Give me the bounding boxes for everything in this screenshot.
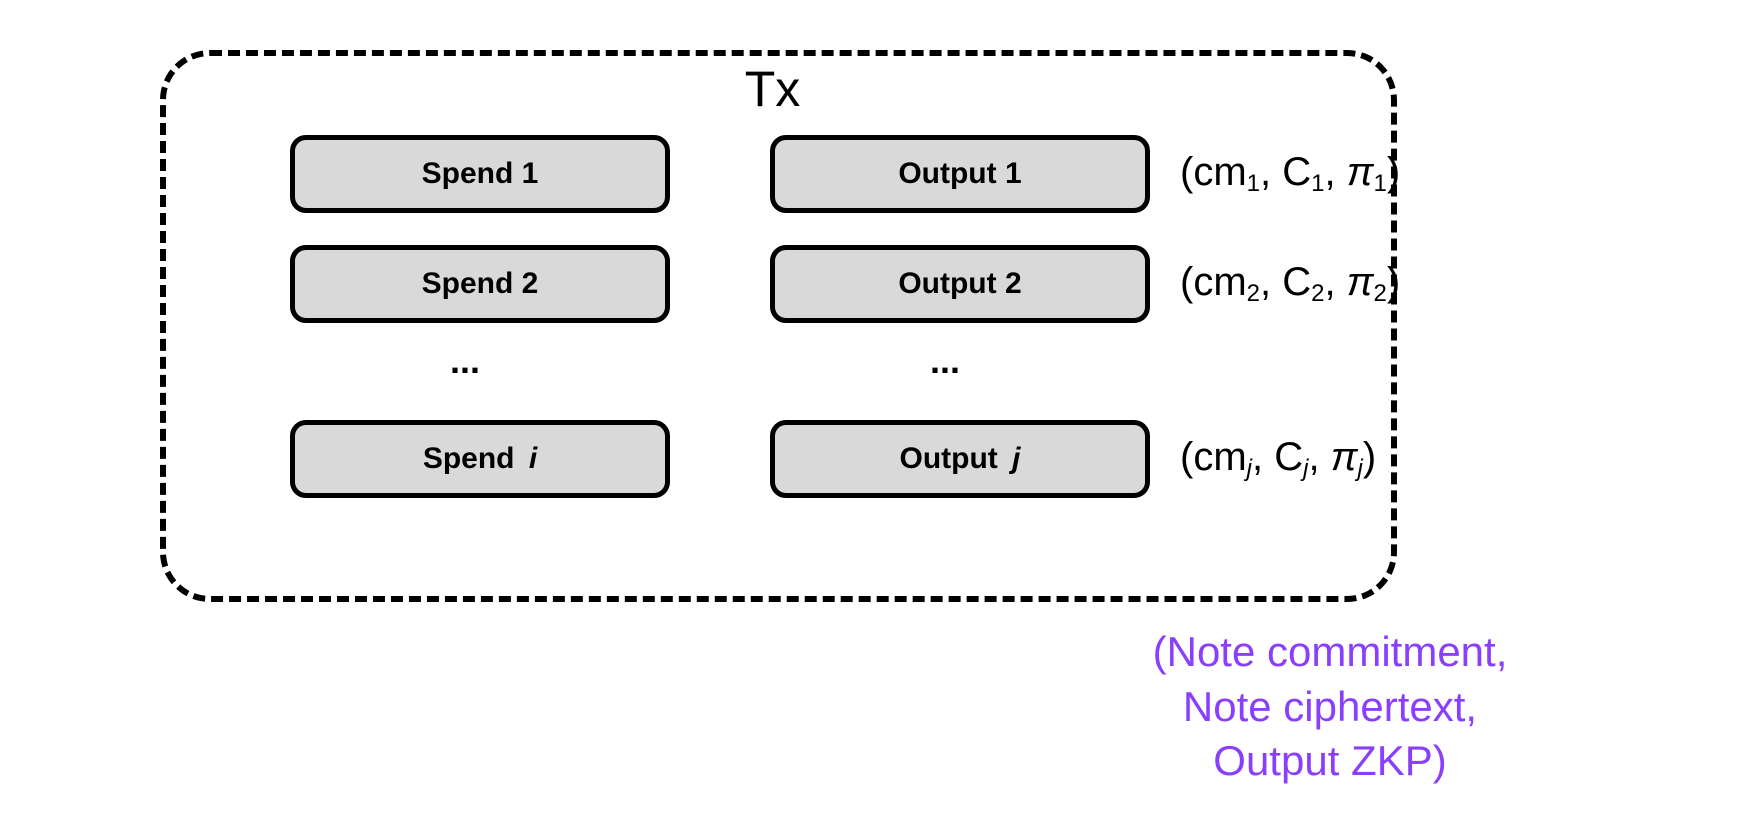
spend-index: i (529, 442, 537, 476)
legend-line-1: (Note commitment, (990, 625, 1670, 680)
output-annotation-1: (cm1, C1, π1) (1180, 150, 1400, 198)
output-index: 2 (1005, 267, 1022, 301)
spend-label: Spend (422, 157, 514, 191)
legend-line-3: Output ZKP) (990, 734, 1670, 789)
spend-ellipsis: ... (450, 340, 480, 382)
output-box-j: Output j (770, 420, 1150, 498)
legend-line-2: Note ciphertext, (990, 680, 1670, 735)
legend: (Note commitment, Note ciphertext, Outpu… (990, 625, 1670, 789)
tx-container (160, 50, 1397, 602)
output-box-2: Output 2 (770, 245, 1150, 323)
spend-box-1: Spend 1 (290, 135, 670, 213)
spend-box-i: Spend i (290, 420, 670, 498)
output-annotation-2: (cm2, C2, π2) (1180, 260, 1400, 308)
spend-label: Spend (422, 267, 514, 301)
output-label: Output (898, 157, 996, 191)
output-annotation-j: (cmj, Cj, πj) (1180, 435, 1376, 483)
output-label: Output (900, 442, 998, 476)
spend-index: 2 (522, 267, 539, 301)
output-ellipsis: ... (930, 340, 960, 382)
spend-box-2: Spend 2 (290, 245, 670, 323)
tx-title: Tx (160, 60, 1385, 118)
spend-index: 1 (522, 157, 539, 191)
output-box-1: Output 1 (770, 135, 1150, 213)
output-label: Output (898, 267, 996, 301)
output-index: j (1012, 442, 1020, 476)
output-index: 1 (1005, 157, 1022, 191)
spend-label: Spend (423, 442, 515, 476)
diagram-stage: Tx Spend 1 Spend 2 ... Spend i Output 1 … (0, 0, 1762, 829)
